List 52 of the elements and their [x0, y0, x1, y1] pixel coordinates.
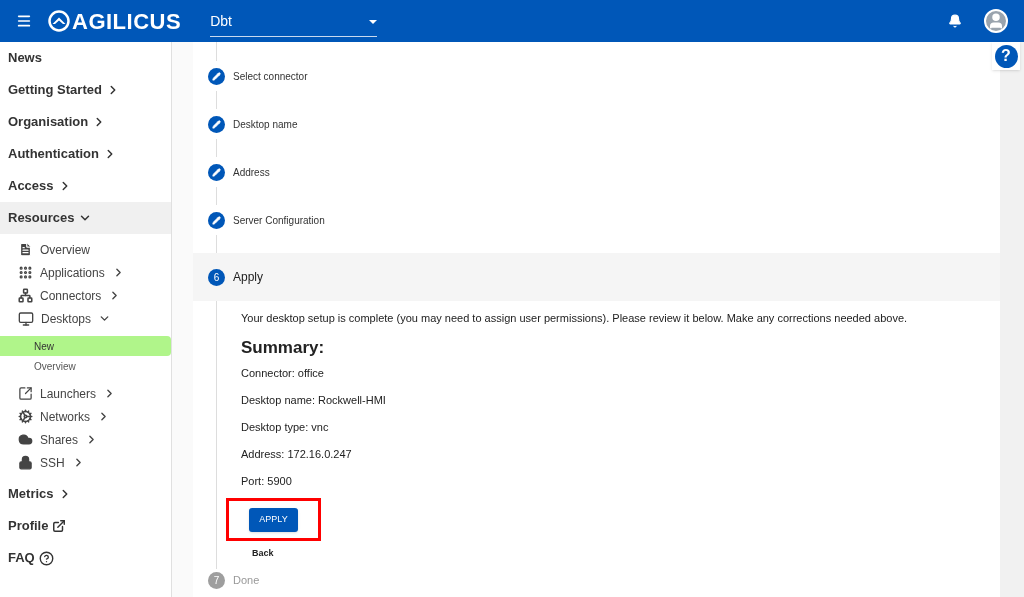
summary-line: Desktop type: vnc — [241, 420, 329, 436]
sidebar-subitem[interactable]: Desktops — [0, 307, 171, 330]
sidebar-subitem[interactable]: Launchers — [0, 382, 171, 405]
brand-name: AGILICUS — [72, 7, 182, 36]
sidebar-subitem[interactable]: Connectors — [0, 284, 171, 307]
back-button[interactable]: Back — [252, 547, 274, 561]
logo-icon — [48, 10, 70, 32]
sidebar-subitem[interactable]: Overview — [0, 238, 171, 261]
step-header[interactable]: Server Configuration — [193, 205, 1000, 235]
sidebar-item[interactable]: FAQ — [0, 542, 171, 574]
sidebar-item[interactable]: News — [0, 42, 171, 74]
step-header[interactable]: Desktop name — [193, 109, 1000, 139]
sidebar-subitem[interactable]: SSH — [0, 451, 171, 474]
step-header[interactable]: 6 Apply — [193, 253, 1000, 301]
monitor-icon — [18, 310, 34, 327]
sidebar-item[interactable]: Getting Started — [0, 74, 171, 106]
lock-icon — [18, 455, 33, 470]
step-header[interactable]: Address — [193, 157, 1000, 187]
sidebar-item[interactable]: Access — [0, 170, 171, 202]
launch-icon — [18, 386, 33, 401]
sidebar-subitem[interactable]: Networks — [0, 405, 171, 428]
help-button[interactable]: ? — [992, 42, 1020, 70]
cloud-icon — [18, 432, 33, 447]
external-link-icon — [52, 519, 67, 533]
sidebar-item[interactable]: Metrics — [0, 478, 171, 510]
sidebar-subitem[interactable]: Overview — [0, 356, 171, 376]
summary-line: Address: 172.16.0.247 — [241, 447, 352, 463]
sidebar-subitem[interactable]: New — [0, 336, 171, 356]
step-number: 7 — [208, 572, 225, 589]
sidebar-item[interactable]: Authentication — [0, 138, 171, 170]
summary-line: Connector: office — [241, 366, 324, 382]
organisation-select[interactable]: Dbt — [210, 5, 378, 37]
bell-icon[interactable] — [948, 14, 962, 28]
sidebar-subitem[interactable]: Applications — [0, 261, 171, 284]
completion-message: Your desktop setup is complete (you may need to assign user permissions). Please review it below. Make any corrections needed above. — [241, 311, 908, 326]
summary-line: Port: 5900 — [241, 474, 292, 490]
sidebar-item[interactable]: Profile — [0, 510, 171, 542]
menu-icon[interactable] — [16, 13, 32, 29]
grid-icon — [18, 265, 33, 280]
connector-icon — [18, 288, 33, 303]
avatar-icon[interactable] — [984, 9, 1008, 33]
gears-icon — [18, 409, 33, 424]
dropdown-caret-icon — [369, 19, 378, 24]
document-icon — [18, 242, 33, 257]
step-number: 6 — [208, 268, 225, 286]
help-icon — [38, 550, 54, 566]
sidebar-item[interactable]: Organisation — [0, 106, 171, 138]
apply-button[interactable]: APPLY — [249, 507, 298, 532]
summary-line: Desktop name: Rockwell-HMI — [241, 393, 386, 409]
sidebar-item[interactable]: Resources — [0, 202, 171, 234]
sidebar-subitem[interactable]: Shares — [0, 428, 171, 451]
summary-heading: Summary: — [241, 336, 325, 359]
